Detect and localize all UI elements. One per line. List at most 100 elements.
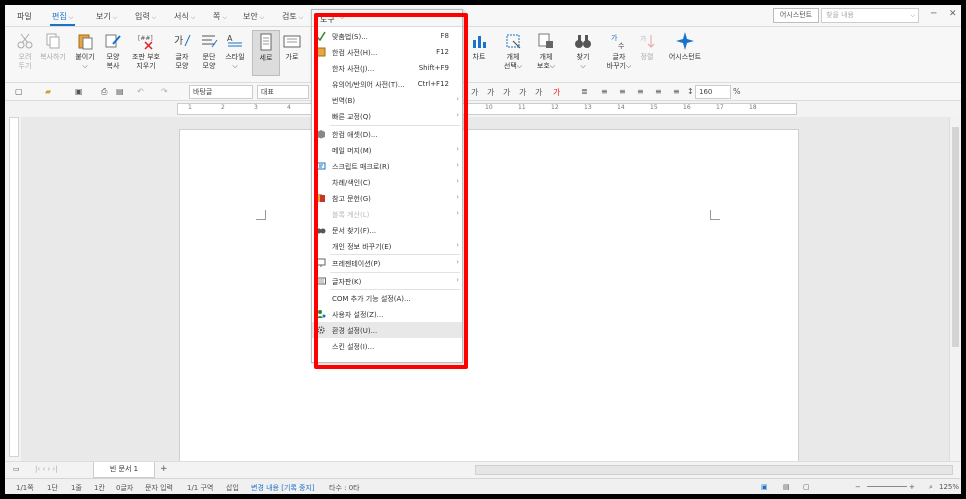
view-normal-icon[interactable]: ▣ <box>761 483 768 491</box>
menu-security[interactable]: 보안 ⌵ <box>243 11 264 22</box>
find-button[interactable]: 찾기 ⌵ <box>569 32 597 71</box>
menu-file[interactable]: 파일 <box>17 11 32 22</box>
ruler-number: 2 <box>221 104 225 111</box>
select-object-button[interactable]: 개체 선택⌵ <box>499 32 527 71</box>
binoculars-icon <box>575 35 591 48</box>
sub-icon[interactable]: 가 <box>535 87 542 98</box>
format-painter-label: 모양 복사 <box>106 53 120 70</box>
svg-text:가: 가 <box>640 34 647 43</box>
red-highlight-box <box>314 13 468 369</box>
menu-review[interactable]: 검토 ⌵ <box>282 11 303 22</box>
align-justify-icon[interactable]: ≣ <box>581 87 588 96</box>
ruler-number: 14 <box>617 104 625 111</box>
svg-text:A: A <box>227 34 233 43</box>
save-icon[interactable]: ▣ <box>75 87 83 96</box>
italic-icon[interactable]: 가 <box>471 87 478 98</box>
assistant-ribbon-button[interactable]: 어시스턴트 <box>667 32 703 62</box>
ruler-number: 4 <box>287 104 291 111</box>
align-left-icon[interactable]: ≡ <box>601 87 608 96</box>
tab-blank-document[interactable]: 빈 문서 1 <box>93 462 155 478</box>
status-typing: 타수 : 0타 <box>329 484 360 492</box>
add-tab-icon[interactable]: + <box>160 464 168 474</box>
clear-codes-button[interactable]: [##] 조판 부호 지우기 <box>129 32 163 71</box>
font-color-icon[interactable]: 가 <box>553 87 560 98</box>
landscape-button[interactable]: 가로 <box>278 32 306 62</box>
menu-page[interactable]: 쪽 ⌵ <box>213 11 227 22</box>
align-distribute-icon[interactable]: ≡ <box>655 87 662 96</box>
menu-format[interactable]: 서식 ⌵ <box>174 11 195 22</box>
undo-icon[interactable]: ↶ <box>137 87 144 96</box>
style-icon: A <box>227 34 242 47</box>
zoom-icon[interactable]: ⌕ <box>929 483 933 492</box>
format-painter-button[interactable]: 모양 복사 <box>99 32 127 71</box>
view-full-icon[interactable]: ▢ <box>803 483 810 491</box>
tab-list-icon[interactable]: ▭ <box>13 465 20 473</box>
super-icon[interactable]: 가 <box>519 87 526 98</box>
zoom-level[interactable]: 125% <box>939 483 959 491</box>
line-spacing-unit: % <box>733 87 741 96</box>
menu-insert[interactable]: 입력 ⌵ <box>135 11 156 22</box>
para-shape-button[interactable]: 문단 모양 <box>195 32 223 71</box>
search-input[interactable]: 찾을 내용 ⌵ <box>821 8 919 23</box>
style-button[interactable]: A 스타일 ⌵ <box>221 32 249 71</box>
close-icon[interactable]: ✕ <box>949 9 957 19</box>
ruler-number: 10 <box>485 104 493 111</box>
paste-button[interactable]: 붙이기 ⌵ <box>71 32 99 71</box>
menu-view[interactable]: 보기 ⌵ <box>96 11 117 22</box>
status-insert[interactable]: 삽입 <box>226 483 239 493</box>
style-select[interactable]: 바탕글 <box>189 85 253 99</box>
align-right-icon[interactable]: ≡ <box>637 87 644 96</box>
line-spacing-input[interactable]: 160 <box>695 85 731 99</box>
tab-nav-icon[interactable]: |‹ ‹ › ›| <box>35 465 58 473</box>
horizontal-scrollbar[interactable] <box>475 465 953 475</box>
horizontal-ruler[interactable]: 123456789101112131415161718 <box>177 103 797 115</box>
portrait-label: 세로 <box>259 54 273 62</box>
status-bar: 1/1쪽 1단 1줄 1칸 0글자 문자 입력 1/1 구역 삽입 변경 내용 … <box>5 478 961 494</box>
vertical-scrollbar[interactable] <box>949 117 961 461</box>
zoom-slider[interactable] <box>867 486 907 487</box>
vertical-ruler[interactable] <box>9 117 19 457</box>
view-web-icon[interactable]: ▤ <box>783 483 790 491</box>
menu-bar: 파일 편집 ⌵ 보기 ⌵ 입력 ⌵ 서식 ⌵ 쪽 ⌵ 보안 ⌵ 검토 ⌵ 어시스턴트 찾을 내… <box>5 5 961 27</box>
document-area[interactable] <box>21 117 949 469</box>
line-spacing-icon: ↕ <box>687 87 694 96</box>
status-page: 1/1쪽 <box>16 484 34 492</box>
zoom-out-icon[interactable]: − <box>855 483 861 491</box>
new-doc-icon[interactable]: ▢ <box>15 87 23 96</box>
protect-object-label: 개체 보호⌵ <box>536 53 556 70</box>
crop-mark <box>710 210 720 220</box>
zoom-in-icon[interactable]: + <box>909 483 915 491</box>
underline-icon[interactable]: 가 <box>487 87 494 98</box>
document-page[interactable] <box>179 129 799 469</box>
menu-edit[interactable]: 편집 ⌵ <box>49 11 76 26</box>
paste-icon <box>78 34 93 50</box>
change-char-button[interactable]: 가수 글자 바꾸기⌵ <box>603 32 635 71</box>
ribbon-toolbar: 오려 두기 복사하기 붙이기 ⌵ 모양 복사 [##] 조판 부호 지우기 가 글자 모양… <box>5 27 961 83</box>
align-divide-icon[interactable]: ≡ <box>673 87 680 96</box>
chevron-down-icon[interactable]: ⌵ <box>910 9 915 22</box>
format-toolbar: ▢ ▰ ▣ ⎙ ▤ ↶ ↷ 바탕글 대표 가 가 가 가 가 가 ≣ ≡ ≡ ≡… <box>5 83 961 101</box>
redo-icon[interactable]: ↷ <box>161 87 168 96</box>
preview-icon[interactable]: ▤ <box>116 87 124 96</box>
char-shape-button[interactable]: 가 글자 모양 <box>168 32 196 71</box>
assistant-button[interactable]: 어시스턴트 <box>773 8 819 23</box>
ruler-number: 12 <box>551 104 559 111</box>
align-center-icon[interactable]: ≡ <box>619 87 626 96</box>
hwp-window: 파일 편집 ⌵ 보기 ⌵ 입력 ⌵ 서식 ⌵ 쪽 ⌵ 보안 ⌵ 검토 ⌵ 어시스턴트 찾을 내… <box>5 5 961 494</box>
format-painter-icon <box>105 34 121 48</box>
copy-button[interactable]: 복사하기 <box>39 32 67 62</box>
minimize-icon[interactable]: ─ <box>931 9 936 19</box>
strike-icon[interactable]: 가 <box>503 87 510 98</box>
status-mode[interactable]: 문자 입력 <box>145 483 173 493</box>
portrait-button[interactable]: 세로 <box>252 30 280 76</box>
chart-button[interactable]: 차트 <box>465 32 493 62</box>
protect-object-button[interactable]: 개체 보호⌵ <box>532 32 560 71</box>
print-icon[interactable]: ⎙ <box>101 87 107 97</box>
status-track-changes[interactable]: 변경 내용 [기록 중지] <box>251 483 315 493</box>
font-type-select[interactable]: 대표 <box>257 85 309 99</box>
sort-button[interactable]: 가 정렬 <box>633 32 661 62</box>
open-folder-icon[interactable]: ▰ <box>45 87 51 96</box>
scroll-thumb[interactable] <box>952 127 959 347</box>
cut-button[interactable]: 오려 두기 <box>11 32 39 71</box>
ruler-number: 15 <box>650 104 658 111</box>
